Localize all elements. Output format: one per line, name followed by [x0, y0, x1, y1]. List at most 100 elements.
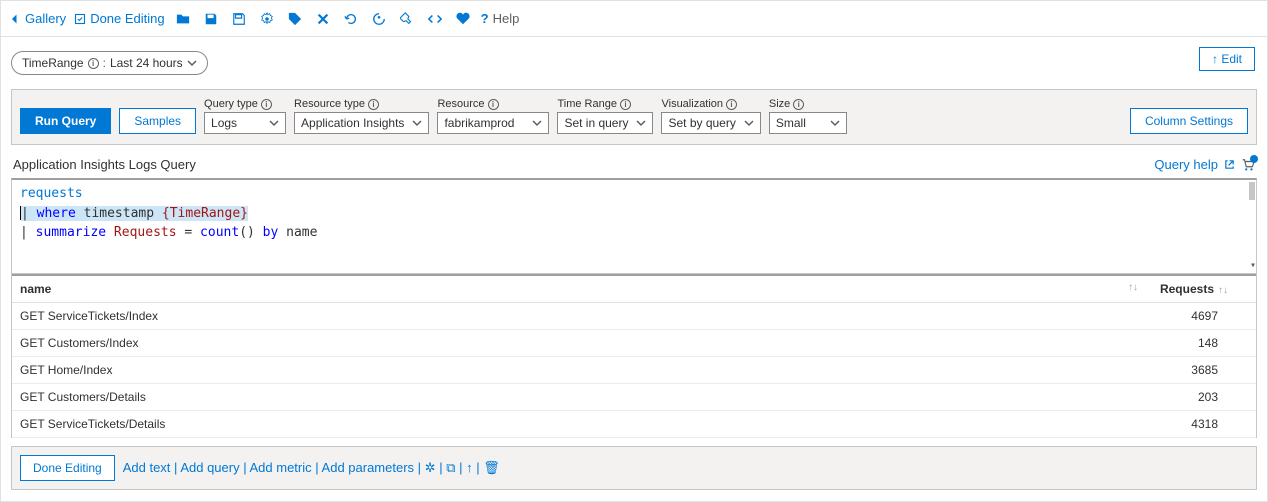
query-type-value: Logs	[211, 116, 237, 130]
query-config-bar: Run Query Samples Query typei Logs Resou…	[11, 89, 1257, 145]
sort-icon: ↑↓	[1218, 285, 1228, 296]
redo-icon[interactable]	[369, 9, 389, 29]
samples-button[interactable]: Samples	[119, 108, 196, 134]
chevron-down-icon[interactable]: ▾	[1250, 258, 1256, 273]
query-type-dropdown[interactable]: Logs	[204, 112, 286, 134]
table-row[interactable]: GET ServiceTickets/Index4697	[12, 303, 1256, 330]
done-icon	[74, 13, 86, 25]
add-parameters-link[interactable]: Add parameters	[322, 460, 415, 475]
cell-name: GET ServiceTickets/Index	[12, 303, 1146, 329]
token-count: count	[200, 225, 239, 240]
resource-type-value: Application Insights	[301, 116, 404, 130]
cell-name: GET Customers/Index	[12, 330, 1146, 356]
add-metric-link[interactable]: Add metric	[250, 460, 312, 475]
query-type-label: Query typei	[204, 98, 286, 110]
time-range-value: Set in query	[564, 116, 628, 130]
top-toolbar: Gallery Done Editing ? Help	[1, 1, 1267, 37]
help-label: Help	[493, 11, 520, 26]
edit-button[interactable]: ↑ Edit	[1199, 47, 1255, 71]
code-icon[interactable]	[425, 9, 445, 29]
table-row[interactable]: GET Customers/Details203	[12, 384, 1256, 411]
back-arrow-icon	[9, 13, 21, 25]
info-icon: i	[88, 58, 99, 69]
time-range-label: Time Rangei	[557, 98, 653, 110]
info-icon: i	[488, 99, 499, 110]
size-value: Small	[776, 116, 806, 130]
help-link[interactable]: ? Help	[481, 11, 520, 26]
table-row[interactable]: GET ServiceTickets/Details4318	[12, 411, 1256, 438]
shopping-cart-icon[interactable]	[1241, 158, 1255, 172]
column-header-name[interactable]: name↑↓	[12, 276, 1146, 302]
notification-dot	[1250, 155, 1258, 163]
tag-icon[interactable]	[285, 9, 305, 29]
info-icon: i	[726, 99, 737, 110]
info-icon: i	[368, 99, 379, 110]
open-icon[interactable]	[173, 9, 193, 29]
cell-requests: 4318	[1146, 411, 1236, 437]
table-row[interactable]: GET Home/Index3685	[12, 357, 1256, 384]
run-query-button[interactable]: Run Query	[20, 108, 111, 134]
sort-icon: ↑↓	[1128, 282, 1138, 293]
resource-dropdown[interactable]: fabrikamprod	[437, 112, 549, 134]
token-summarize: summarize	[36, 225, 106, 240]
chevron-down-icon	[636, 118, 646, 128]
scrollbar-thumb[interactable]	[1249, 182, 1255, 200]
chevron-down-icon	[830, 118, 840, 128]
column-settings-button[interactable]: Column Settings	[1130, 108, 1248, 134]
done-editing-top-label: Done Editing	[90, 11, 164, 26]
timerange-pill[interactable]: TimeRange i : Last 24 hours	[11, 51, 208, 75]
copy-icon[interactable]: ⧉	[446, 460, 455, 475]
token-table: requests	[20, 186, 83, 201]
chevron-down-icon	[532, 118, 542, 128]
token-where: where	[37, 206, 76, 221]
query-help-link[interactable]: Query help	[1154, 157, 1218, 172]
editor-title: Application Insights Logs Query	[13, 157, 196, 172]
save-as-icon[interactable]	[229, 9, 249, 29]
chevron-down-icon	[187, 58, 197, 68]
timerange-pill-label: TimeRange	[22, 56, 84, 70]
token-by: by	[263, 225, 279, 240]
undo-icon[interactable]	[341, 9, 361, 29]
timerange-pill-value: Last 24 hours	[110, 56, 183, 70]
resource-label: Resourcei	[437, 98, 549, 110]
info-icon: i	[620, 99, 631, 110]
gallery-link[interactable]: Gallery	[9, 11, 66, 26]
time-range-dropdown[interactable]: Set in query	[557, 112, 653, 134]
pin-icon[interactable]	[397, 9, 417, 29]
cell-name: GET Customers/Details	[12, 384, 1146, 410]
table-row[interactable]: GET Customers/Index148	[12, 330, 1256, 357]
move-up-icon[interactable]: ↑	[466, 460, 473, 475]
cell-requests: 203	[1146, 384, 1236, 410]
close-icon[interactable]	[313, 9, 333, 29]
resource-type-dropdown[interactable]: Application Insights	[294, 112, 429, 134]
timerange-pill-sep: :	[103, 56, 106, 70]
cell-requests: 4697	[1146, 303, 1236, 329]
visualization-label: Visualizationi	[661, 98, 760, 110]
column-header-requests[interactable]: Requests↑↓	[1146, 276, 1236, 302]
resource-value: fabrikamprod	[444, 116, 514, 130]
cell-requests: 148	[1146, 330, 1236, 356]
chevron-down-icon	[269, 118, 279, 128]
settings-icon[interactable]	[257, 9, 277, 29]
done-editing-bottom-button[interactable]: Done Editing	[20, 455, 115, 481]
bottom-action-bar: Done Editing Add text | Add query | Add …	[11, 446, 1257, 490]
query-editor[interactable]: requests | where timestamp {TimeRange} |…	[11, 178, 1257, 274]
save-icon[interactable]	[201, 9, 221, 29]
results-table: name↑↓ Requests↑↓ GET ServiceTickets/Ind…	[11, 274, 1257, 438]
add-text-link[interactable]: Add text	[123, 460, 171, 475]
chevron-down-icon	[412, 118, 422, 128]
delete-icon[interactable]: 🗑	[483, 460, 500, 475]
done-editing-top[interactable]: Done Editing	[74, 11, 164, 26]
add-query-link[interactable]: Add query	[180, 460, 239, 475]
token-param: {TimeRange}	[162, 206, 248, 221]
scrollbar-gutter	[1236, 276, 1256, 302]
size-dropdown[interactable]: Small	[769, 112, 847, 134]
visualization-dropdown[interactable]: Set by query	[661, 112, 760, 134]
visualization-value: Set by query	[668, 116, 735, 130]
parameters-row: TimeRange i : Last 24 hours ↑ Edit	[1, 37, 1267, 83]
cell-requests: 3685	[1146, 357, 1236, 383]
heart-icon[interactable]	[453, 9, 473, 29]
gear-icon[interactable]: ✲	[425, 460, 436, 475]
info-icon: i	[793, 99, 804, 110]
editor-section: Application Insights Logs Query Query he…	[11, 153, 1257, 274]
